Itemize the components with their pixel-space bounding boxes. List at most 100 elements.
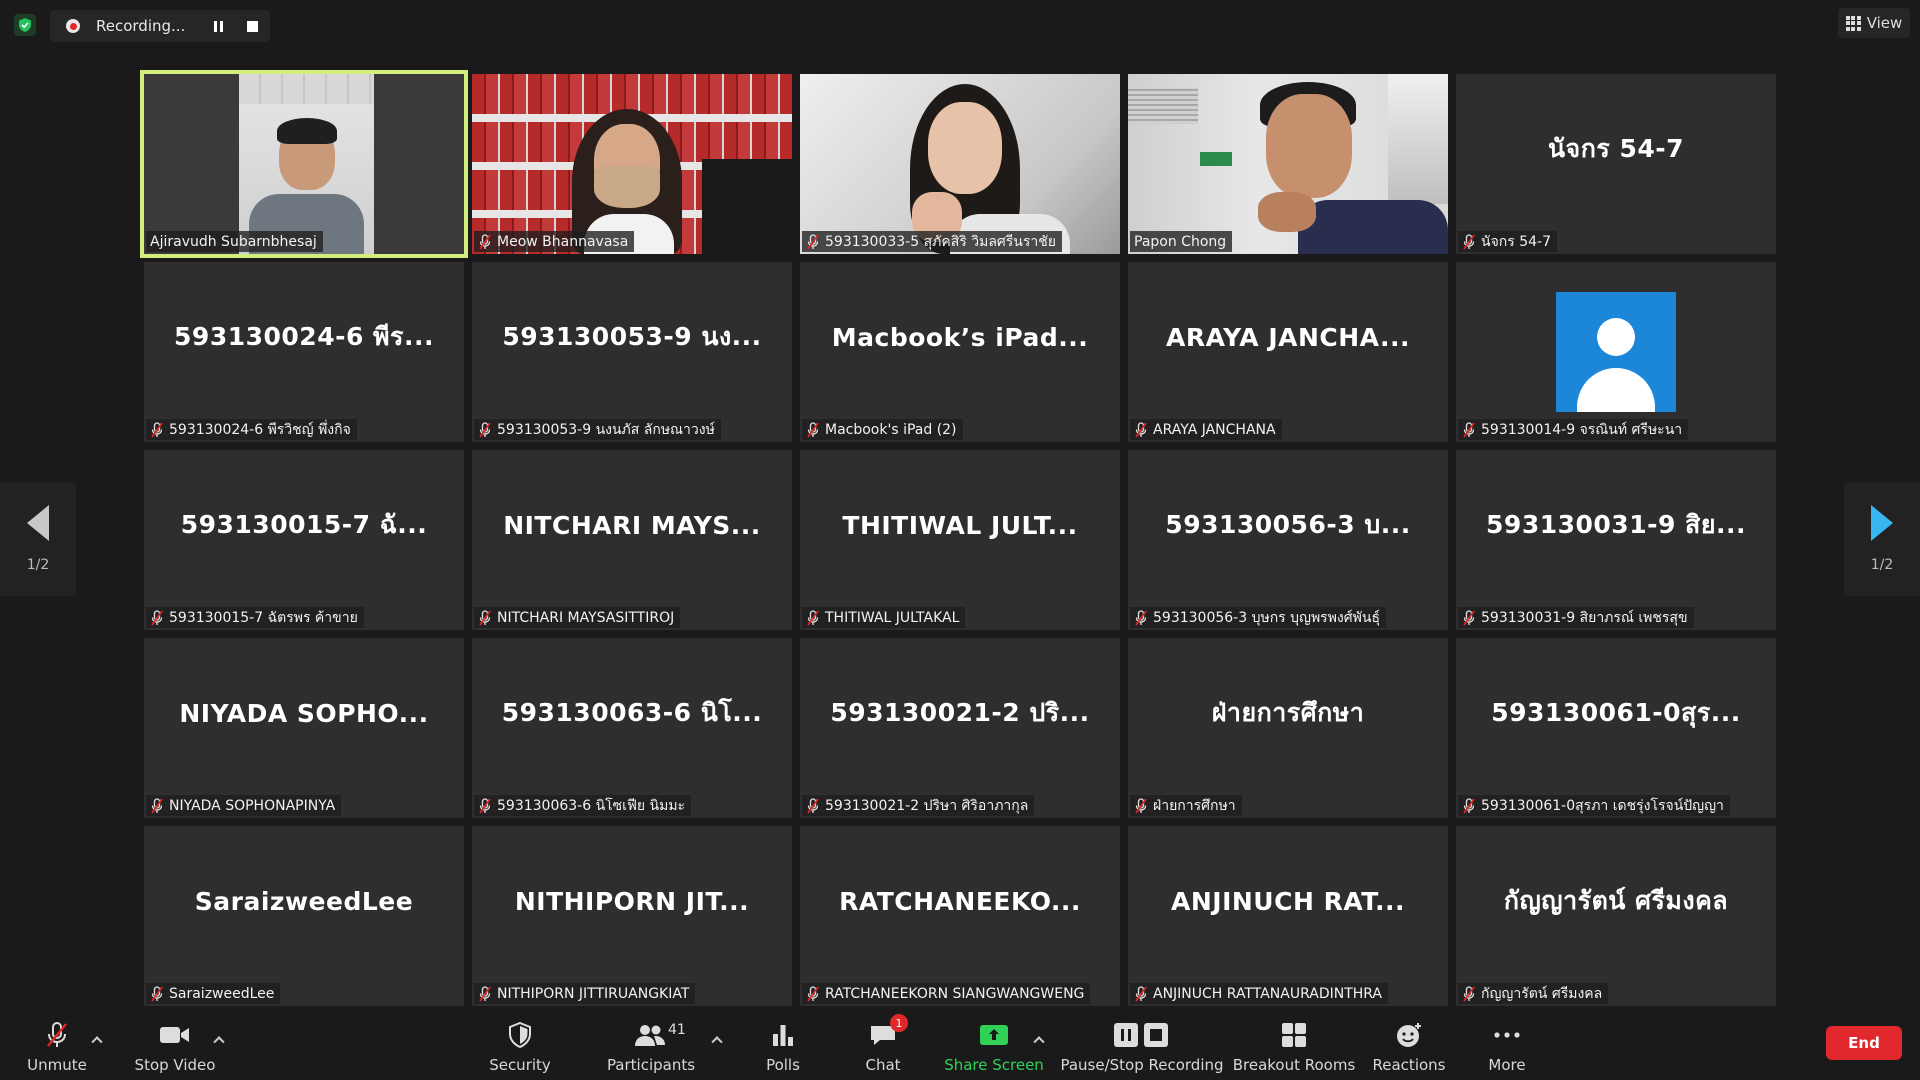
participant-tile[interactable]: นัจกร 54-7 นัจกร 54-7 bbox=[1456, 74, 1776, 254]
participant-tile[interactable]: Ajiravudh Subarnbhesaj bbox=[140, 70, 468, 258]
participant-name-label: 593130014-9 จรณินท์ ศรีษะนา bbox=[1458, 419, 1689, 440]
participant-video bbox=[800, 74, 1120, 254]
participants-button[interactable]: 41 Participants bbox=[606, 1008, 696, 1080]
participants-options-caret[interactable] bbox=[710, 1032, 724, 1046]
participant-name-label: 593130021-2 ปริษา ศิริอาภากุล bbox=[802, 795, 1035, 816]
participant-tile[interactable]: 593130015-7 ฉั... 593130015-7 ฉัตรพร ค้าข… bbox=[144, 450, 464, 630]
participant-tile[interactable]: 593130053-9 นง... 593130053-9 นงนภัส ลักษ… bbox=[472, 262, 792, 442]
participant-tile[interactable]: 593130014-9 จรณินท์ ศรีษะนา bbox=[1456, 262, 1776, 442]
participant-name-label: 593130033-5 สุภัคสิริ วิมลศรีนราชัย bbox=[802, 231, 1062, 252]
participant-display-name: NITCHARI MAYS... bbox=[503, 510, 761, 540]
audio-options-caret[interactable] bbox=[90, 1032, 104, 1046]
participant-name: 593130061-0สุรภา เดชรุ่งโรจน์ปัญญา bbox=[1481, 797, 1724, 814]
participant-name: NITHIPORN JITTIRUANGKIAT bbox=[497, 985, 690, 1002]
participant-tile[interactable]: NITCHARI MAYS... NITCHARI MAYSASITTIROJ bbox=[472, 450, 792, 630]
participant-tile[interactable]: กัญญารัตน์ ศรีมงคล กัญญารัตน์ ศรีมงคล bbox=[1456, 826, 1776, 1006]
participant-display-name: 593130021-2 ปริ... bbox=[830, 698, 1090, 727]
video-options-caret[interactable] bbox=[212, 1032, 226, 1046]
participant-display-name: RATCHANEEKO... bbox=[839, 886, 1081, 916]
participant-name: NITCHARI MAYSASITTIROJ bbox=[497, 609, 675, 626]
participant-tile[interactable]: NIYADA SOPHO... NIYADA SOPHONAPINYA bbox=[144, 638, 464, 818]
participant-tile[interactable]: 593130024-6 พีร... 593130024-6 พีรวิชญ์ พ… bbox=[144, 262, 464, 442]
participant-name: RATCHANEEKORN SIANGWANGWENG bbox=[825, 985, 1085, 1002]
participant-tile[interactable]: SaraizweedLee SaraizweedLee bbox=[144, 826, 464, 1006]
participant-display-name: นัจกร 54-7 bbox=[1547, 134, 1685, 163]
muted-microphone-icon bbox=[1135, 609, 1147, 626]
participant-display-name: 593130061-0สุร... bbox=[1491, 698, 1741, 727]
participant-tile[interactable]: 593130056-3 บ... 593130056-3 บุษกร บุญพรพ… bbox=[1128, 450, 1448, 630]
next-page-button[interactable]: 1/2 bbox=[1844, 482, 1920, 596]
pause-stop-recording-button[interactable]: Pause/Stop Recording bbox=[1060, 1008, 1224, 1080]
muted-microphone-icon bbox=[479, 233, 491, 250]
participant-video bbox=[472, 74, 792, 254]
participant-display-name: 593130024-6 พีร... bbox=[174, 322, 434, 351]
participant-display-name: กัญญารัตน์ ศรีมงคล bbox=[1503, 886, 1729, 915]
security-button[interactable]: Security bbox=[484, 1008, 556, 1080]
stop-icon bbox=[246, 20, 258, 32]
participant-tile[interactable]: ARAYA JANCHA... ARAYA JANCHANA bbox=[1128, 262, 1448, 442]
participant-tile[interactable]: ANJINUCH RAT... ANJINUCH RATTANAURADINTHR… bbox=[1128, 826, 1448, 1006]
muted-microphone-icon bbox=[1463, 797, 1475, 814]
participant-tile[interactable]: 593130063-6 นิโ... 593130063-6 นิโซเฟีย น… bbox=[472, 638, 792, 818]
muted-microphone-icon bbox=[1463, 233, 1475, 250]
participant-tile[interactable]: 593130021-2 ปริ... 593130021-2 ปริษา ศิริ… bbox=[800, 638, 1120, 818]
stop-video-button[interactable]: Stop Video bbox=[134, 1008, 216, 1080]
participant-tile[interactable]: NITHIPORN JIT... NITHIPORN JITTIRUANGKIAT bbox=[472, 826, 792, 1006]
chat-bubble-icon: 1 bbox=[868, 1014, 908, 1052]
participant-tile[interactable]: Meow Bhannavasa bbox=[472, 74, 792, 254]
participant-video bbox=[144, 74, 464, 254]
more-button[interactable]: More bbox=[1476, 1008, 1538, 1080]
video-camera-icon bbox=[158, 1018, 192, 1052]
participant-tile[interactable]: 593130031-9 สิย... 593130031-9 สิยาภรณ์ เ… bbox=[1456, 450, 1776, 630]
participant-display-name: 593130015-7 ฉั... bbox=[180, 510, 428, 539]
participant-name: ANJINUCH RATTANAURADINTHRA bbox=[1153, 985, 1383, 1002]
participant-tile[interactable]: THITIWAL JULT... THITIWAL JULTAKAL bbox=[800, 450, 1120, 630]
participant-name: Ajiravudh Subarnbhesaj bbox=[150, 233, 317, 250]
default-avatar-icon bbox=[1556, 292, 1676, 412]
chat-label: Chat bbox=[865, 1056, 901, 1074]
participant-name: Meow Bhannavasa bbox=[497, 233, 629, 250]
muted-microphone-icon bbox=[1135, 797, 1147, 814]
participant-name-label: Papon Chong bbox=[1130, 231, 1233, 252]
share-screen-button[interactable]: Share Screen bbox=[944, 1008, 1044, 1080]
participant-tile[interactable]: 593130061-0สุร... 593130061-0สุรภา เดชรุ่… bbox=[1456, 638, 1776, 818]
more-dots-icon bbox=[1493, 1018, 1521, 1052]
participant-tile[interactable]: Macbook’s iPad... Macbook's iPad (2) bbox=[800, 262, 1120, 442]
muted-microphone-icon bbox=[807, 985, 819, 1002]
participant-tile[interactable]: RATCHANEEKO... RATCHANEEKORN SIANGWANGWEN… bbox=[800, 826, 1120, 1006]
participant-name: 593130063-6 นิโซเฟีย นิมมะ bbox=[497, 797, 686, 814]
muted-microphone-icon bbox=[479, 609, 491, 626]
participant-name: NIYADA SOPHONAPINYA bbox=[169, 797, 336, 814]
view-button[interactable]: View bbox=[1838, 8, 1910, 38]
pause-recording-button[interactable] bbox=[206, 14, 230, 38]
muted-microphone-icon bbox=[807, 797, 819, 814]
security-shield-icon[interactable] bbox=[14, 14, 36, 36]
reactions-button[interactable]: Reactions bbox=[1370, 1008, 1448, 1080]
participant-tile[interactable]: 593130033-5 สุภัคสิริ วิมลศรีนราชัย bbox=[800, 74, 1120, 254]
pause-stop-icon bbox=[1112, 1018, 1172, 1052]
participant-name: 593130031-9 สิยาภรณ์ เพชรสุข bbox=[1481, 609, 1688, 626]
muted-microphone-icon bbox=[479, 421, 491, 438]
chat-button[interactable]: 1 Chat bbox=[852, 1008, 914, 1080]
pause-icon bbox=[213, 20, 223, 32]
participant-tile[interactable]: Papon Chong bbox=[1128, 74, 1448, 254]
end-meeting-button[interactable]: End bbox=[1826, 1026, 1902, 1060]
participant-name: 593130015-7 ฉัตรพร ค้าขาย bbox=[169, 609, 358, 626]
participant-display-name: NIYADA SOPHO... bbox=[179, 698, 429, 728]
polls-button[interactable]: Polls bbox=[752, 1008, 814, 1080]
unmute-button[interactable]: Unmute bbox=[22, 1008, 92, 1080]
stop-recording-button[interactable] bbox=[240, 14, 264, 38]
participant-name-label: NITCHARI MAYSASITTIROJ bbox=[474, 607, 681, 628]
participant-display-name: 593130063-6 นิโ... bbox=[501, 698, 763, 727]
previous-page-button[interactable]: 1/2 bbox=[0, 482, 76, 596]
more-label: More bbox=[1488, 1056, 1526, 1074]
share-screen-icon bbox=[978, 1018, 1010, 1052]
participant-tile[interactable]: ฝ่ายการศึกษา ฝ่ายการศึกษา bbox=[1128, 638, 1448, 818]
participant-name: 593130021-2 ปริษา ศิริอาภากุล bbox=[825, 797, 1029, 814]
breakout-rooms-button[interactable]: Breakout Rooms bbox=[1233, 1008, 1355, 1080]
muted-microphone-icon bbox=[1463, 985, 1475, 1002]
share-options-caret[interactable] bbox=[1032, 1032, 1046, 1046]
muted-microphone-icon bbox=[151, 421, 163, 438]
bar-chart-icon bbox=[770, 1018, 796, 1052]
participant-name: 593130033-5 สุภัคสิริ วิมลศรีนราชัย bbox=[825, 233, 1056, 250]
